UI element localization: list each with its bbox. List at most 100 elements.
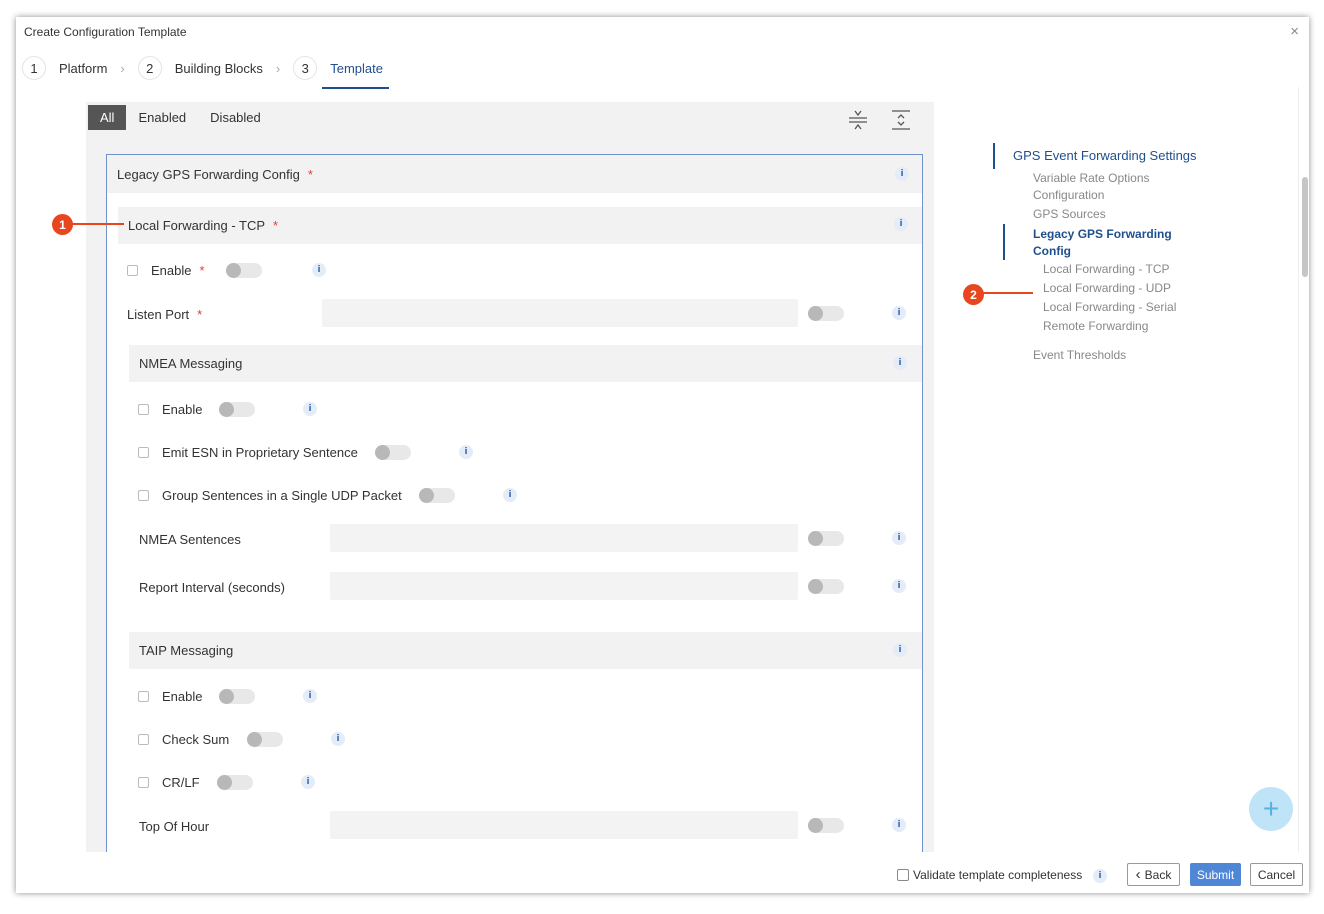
nav-item-local-serial[interactable]: Local Forwarding - Serial — [1043, 300, 1176, 314]
crlf-checkbox[interactable] — [138, 777, 149, 788]
info-icon[interactable]: i — [459, 445, 473, 459]
info-icon[interactable]: i — [892, 531, 906, 545]
report-interval-label: Report Interval (seconds) — [139, 580, 285, 595]
enable-toggle[interactable] — [226, 263, 262, 278]
filter-group: All Enabled Disabled — [88, 105, 273, 130]
info-icon[interactable]: i — [1093, 869, 1107, 883]
info-icon[interactable]: i — [503, 488, 517, 502]
subsection-header[interactable]: Local Forwarding - TCP * — [118, 207, 922, 244]
step-number: 1 — [22, 56, 46, 80]
info-icon[interactable]: i — [301, 775, 315, 789]
info-icon[interactable]: i — [892, 306, 906, 320]
expand-all-icon[interactable] — [891, 108, 911, 132]
crlf-toggle[interactable] — [217, 775, 253, 790]
nav-item-event-thresholds[interactable]: Event Thresholds — [1033, 348, 1126, 362]
group-sentences-label: Group Sentences in a Single UDP Packet — [162, 488, 402, 503]
cancel-button[interactable]: Cancel — [1250, 863, 1303, 886]
step-building-blocks[interactable]: 2 Building Blocks — [137, 56, 263, 80]
validate-label: Validate template completeness — [913, 868, 1083, 882]
nav-indicator — [993, 143, 995, 169]
report-interval-input[interactable] — [330, 572, 798, 600]
info-icon[interactable]: i — [892, 818, 906, 832]
taip-enable-toggle[interactable] — [219, 689, 255, 704]
nav-item-remote-forwarding[interactable]: Remote Forwarding — [1043, 319, 1148, 333]
info-icon[interactable]: i — [303, 689, 317, 703]
nmea-header[interactable]: NMEA Messaging — [129, 345, 922, 382]
config-card: Legacy GPS Forwarding Config * i Local F… — [106, 154, 923, 854]
dialog: Create Configuration Template × 1 Platfo… — [16, 17, 1309, 893]
wizard-steps: 1 Platform › 2 Building Blocks › 3 Templ… — [22, 53, 389, 89]
check-sum-toggle[interactable] — [247, 732, 283, 747]
close-icon[interactable]: × — [1290, 23, 1299, 40]
info-icon[interactable]: i — [331, 732, 345, 746]
step-number: 2 — [137, 56, 162, 80]
chevron-right-icon: › — [275, 60, 281, 76]
callout-marker: 2 — [963, 284, 984, 305]
check-sum-checkbox[interactable] — [138, 734, 149, 745]
scrollbar[interactable] — [1302, 177, 1308, 277]
info-icon[interactable]: i — [893, 643, 907, 657]
nmea-enable-toggle[interactable] — [219, 402, 255, 417]
listen-port-toggle[interactable] — [808, 306, 844, 321]
filter-enabled[interactable]: Enabled — [126, 105, 198, 130]
taip-header[interactable]: TAIP Messaging — [129, 632, 922, 669]
nmea-sentences-label: NMEA Sentences — [139, 532, 241, 547]
nav-item-local-tcp[interactable]: Local Forwarding - TCP — [1043, 262, 1170, 276]
add-button[interactable]: + — [1249, 787, 1293, 831]
nav-item-gps-event-forwarding[interactable]: GPS Event Forwarding Settings — [1013, 148, 1197, 163]
nav-indicator — [1003, 224, 1005, 260]
check-sum-label: Check Sum — [162, 732, 230, 747]
callout-line — [72, 223, 124, 225]
info-icon[interactable]: i — [895, 167, 909, 181]
section-header[interactable]: Legacy GPS Forwarding Config * — [107, 155, 922, 193]
info-icon[interactable]: i — [893, 356, 907, 370]
submit-button[interactable]: Submit — [1190, 863, 1241, 886]
filter-all[interactable]: All — [88, 105, 127, 130]
nav-item-legacy-gps[interactable]: Legacy GPS Forwarding — [1033, 227, 1172, 241]
listen-port-input[interactable] — [322, 299, 798, 327]
info-icon[interactable]: i — [303, 402, 317, 416]
validate-checkbox[interactable] — [897, 869, 909, 881]
collapse-all-icon[interactable] — [848, 108, 868, 132]
subsection-title: Local Forwarding - TCP — [128, 218, 266, 233]
validate-option[interactable]: Validate template completeness — [897, 868, 1082, 882]
info-icon[interactable]: i — [312, 263, 326, 277]
top-of-hour-label: Top Of Hour — [139, 819, 210, 834]
step-template[interactable]: 3 Template — [293, 56, 389, 89]
nav-item-gps-sources[interactable]: GPS Sources — [1033, 207, 1106, 221]
top-of-hour-input[interactable] — [330, 811, 798, 839]
taip-title: TAIP Messaging — [139, 643, 234, 658]
info-icon[interactable]: i — [892, 579, 906, 593]
required-mark: * — [307, 166, 313, 182]
emit-esn-checkbox[interactable] — [138, 447, 149, 458]
enable-checkbox[interactable] — [127, 265, 138, 276]
step-platform[interactable]: 1 Platform — [22, 56, 107, 80]
top-of-hour-toggle[interactable] — [808, 818, 844, 833]
footer — [16, 852, 1309, 893]
info-icon[interactable]: i — [894, 217, 908, 231]
back-button[interactable]: ‹ Back — [1127, 863, 1180, 886]
callout-line — [983, 292, 1033, 294]
nav-item-configuration[interactable]: Configuration — [1033, 188, 1104, 202]
nmea-enable-label: Enable — [162, 402, 203, 417]
nmea-sentences-input[interactable] — [330, 524, 798, 552]
back-label: Back — [1144, 867, 1172, 882]
nav-item-legacy-gps-line2[interactable]: Config — [1033, 244, 1071, 258]
group-sentences-checkbox[interactable] — [138, 490, 149, 501]
report-interval-toggle[interactable] — [808, 579, 844, 594]
required-mark: * — [273, 218, 279, 233]
enable-label: Enable * — [151, 263, 205, 278]
nmea-sentences-toggle[interactable] — [808, 531, 844, 546]
nmea-enable-checkbox[interactable] — [138, 404, 149, 415]
emit-esn-label: Emit ESN in Proprietary Sentence — [162, 445, 358, 460]
step-label: Platform — [59, 60, 108, 76]
group-sentences-toggle[interactable] — [419, 488, 455, 503]
emit-esn-toggle[interactable] — [375, 445, 411, 460]
taip-enable-checkbox[interactable] — [138, 691, 149, 702]
nav-item-local-udp[interactable]: Local Forwarding - UDP — [1043, 281, 1171, 295]
filter-disabled[interactable]: Disabled — [198, 105, 273, 130]
nav-item-variable-rate[interactable]: Variable Rate Options — [1033, 171, 1150, 185]
listen-port-label: Listen Port * — [127, 307, 203, 322]
scroll-track — [1298, 87, 1299, 867]
taip-enable-label: Enable — [162, 689, 203, 704]
